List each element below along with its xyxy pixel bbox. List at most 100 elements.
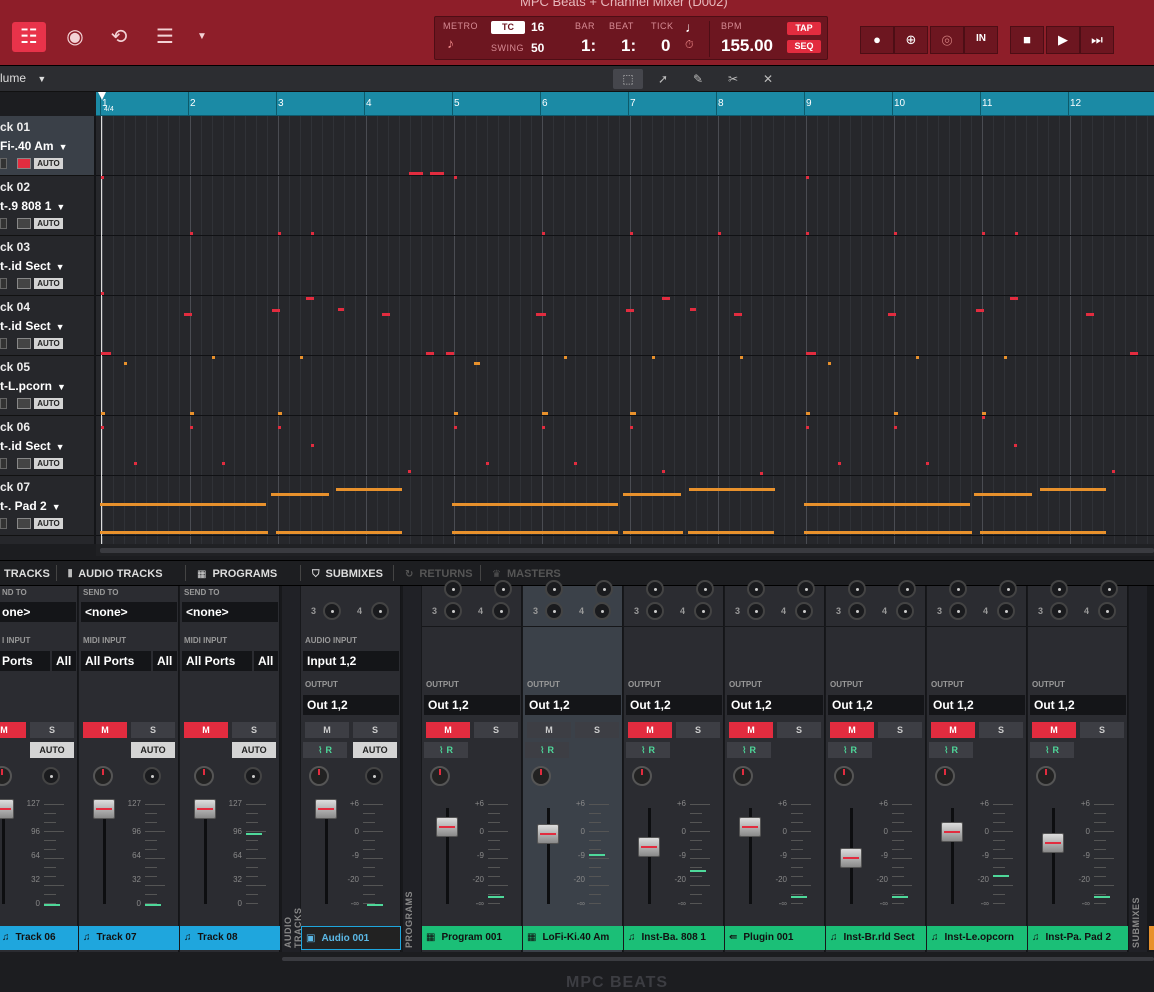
- midi-note[interactable]: [408, 470, 411, 473]
- chevron-down-icon[interactable]: ▼: [192, 22, 212, 52]
- solo-button[interactable]: S: [575, 722, 619, 738]
- solo-button[interactable]: S: [777, 722, 821, 738]
- scrollbar-thumb[interactable]: [100, 548, 1154, 553]
- midi-note[interactable]: [740, 356, 743, 359]
- tap-button[interactable]: TAP: [787, 22, 821, 35]
- scissors-icon[interactable]: ✂: [718, 69, 748, 89]
- solo-button[interactable]: S: [353, 722, 397, 738]
- automation-button[interactable]: AUTO: [131, 742, 175, 758]
- track-record-arm-button[interactable]: [17, 458, 31, 469]
- midi-note[interactable]: [542, 232, 545, 235]
- track-header[interactable]: ck 01 Fi-.40 Am ▼ AUTO: [0, 116, 94, 176]
- midi-note[interactable]: [452, 531, 618, 534]
- auto-record-button[interactable]: ◎: [930, 26, 964, 54]
- program-name-label[interactable]: ▦ Program 001: [422, 926, 522, 950]
- send-2-knob[interactable]: [999, 580, 1017, 598]
- track-header[interactable]: ck 07 t-. Pad 2 ▼ AUTO: [0, 476, 94, 536]
- track-solo-button[interactable]: [0, 218, 7, 229]
- mute-button[interactable]: M: [426, 722, 470, 738]
- pan-knob[interactable]: [1036, 766, 1056, 786]
- midi-note[interactable]: [926, 462, 929, 465]
- send-3-knob[interactable]: [747, 602, 765, 620]
- track-solo-button[interactable]: [0, 518, 7, 529]
- midi-note[interactable]: [1086, 313, 1094, 316]
- midi-note[interactable]: [1130, 352, 1138, 355]
- mixer-tab-programs[interactable]: ▦ PROGRAMS: [197, 565, 301, 581]
- midi-note[interactable]: [982, 416, 985, 419]
- midi-note[interactable]: [101, 176, 104, 179]
- pan-knob[interactable]: [93, 766, 113, 786]
- midi-note[interactable]: [101, 292, 104, 295]
- midi-note[interactable]: [454, 176, 457, 179]
- pan-knob[interactable]: [430, 766, 450, 786]
- track-program-dropdown[interactable]: t-.id Sect ▼: [0, 319, 65, 333]
- midi-note[interactable]: [1015, 232, 1018, 235]
- send-4-knob[interactable]: [492, 602, 510, 620]
- read-automation-button[interactable]: ⌇ R: [828, 742, 872, 758]
- record-disk-icon[interactable]: ◉: [58, 22, 92, 52]
- send-1-knob[interactable]: [646, 580, 664, 598]
- midi-note[interactable]: [311, 444, 314, 447]
- play-button[interactable]: ▶: [1046, 26, 1080, 54]
- program-name-label[interactable]: ♫ Inst-Br.rld Sect: [826, 926, 926, 950]
- track-record-arm-button[interactable]: [17, 158, 31, 169]
- pan-knob[interactable]: [531, 766, 551, 786]
- tick-value[interactable]: 0: [661, 36, 670, 56]
- midi-note[interactable]: [734, 313, 742, 316]
- midi-note[interactable]: [1014, 444, 1017, 447]
- track-auto-button[interactable]: AUTO: [34, 398, 63, 409]
- volume-fader[interactable]: [436, 817, 458, 838]
- mixer-tab-audio-tracks[interactable]: ⫴ AUDIO TRACKS: [68, 565, 186, 581]
- mixer-tab-returns[interactable]: ↻ RETURNS: [405, 565, 481, 581]
- output-dropdown[interactable]: Out 1,2: [303, 695, 399, 715]
- send-1-knob[interactable]: [949, 580, 967, 598]
- midi-note[interactable]: [689, 488, 775, 491]
- track-header[interactable]: ck 03 t-.id Sect ▼ AUTO: [0, 236, 94, 296]
- midi-note[interactable]: [623, 531, 683, 534]
- solo-button[interactable]: S: [232, 722, 276, 738]
- send-2-knob[interactable]: [898, 580, 916, 598]
- sequence-icon[interactable]: ☰: [148, 22, 182, 52]
- midi-input-dropdown[interactable]: All Ports: [182, 651, 252, 671]
- swing-value[interactable]: 50: [531, 41, 544, 55]
- output-dropdown[interactable]: Out 1,2: [727, 695, 823, 715]
- tc-button[interactable]: TC: [491, 21, 525, 34]
- solo-button[interactable]: S: [474, 722, 518, 738]
- track-record-arm-button[interactable]: [17, 398, 31, 409]
- audio-input-dropdown[interactable]: Input 1,2: [303, 651, 399, 671]
- track-program-dropdown[interactable]: t-.id Sect ▼: [0, 439, 65, 453]
- midi-note[interactable]: [630, 426, 633, 429]
- track-header[interactable]: ck 06 t-.id Sect ▼ AUTO: [0, 416, 94, 476]
- midi-note[interactable]: [916, 356, 919, 359]
- read-automation-button[interactable]: ⌇ R: [303, 742, 347, 758]
- overdub-button[interactable]: ⊕: [894, 26, 928, 54]
- volume-fader[interactable]: [0, 799, 14, 820]
- midi-channel-dropdown[interactable]: All: [254, 651, 278, 671]
- note-value-icon[interactable]: ♩: [685, 19, 699, 35]
- pencil-icon[interactable]: ✎: [683, 69, 713, 89]
- midi-note[interactable]: [276, 531, 402, 534]
- playhead[interactable]: [98, 92, 106, 100]
- send-3-knob[interactable]: [949, 602, 967, 620]
- send-1-knob[interactable]: [747, 580, 765, 598]
- midi-note[interactable]: [190, 426, 193, 429]
- send-2-knob[interactable]: [797, 580, 815, 598]
- solo-button[interactable]: S: [979, 722, 1023, 738]
- midi-note[interactable]: [124, 362, 127, 365]
- send-4-knob[interactable]: [694, 602, 712, 620]
- midi-channel-dropdown[interactable]: All: [52, 651, 76, 671]
- track-name-label[interactable]: ♫ Track 08: [180, 926, 280, 950]
- send-3-knob[interactable]: [444, 602, 462, 620]
- midi-note[interactable]: [278, 232, 281, 235]
- track-program-dropdown[interactable]: Fi-.40 Am ▼: [0, 139, 68, 153]
- pan-knob[interactable]: [194, 766, 214, 786]
- solo-button[interactable]: S: [131, 722, 175, 738]
- beat-value[interactable]: 1:: [621, 36, 636, 56]
- mute-button[interactable]: M: [305, 722, 349, 738]
- mute-button[interactable]: M: [628, 722, 672, 738]
- mixer-tab-masters[interactable]: ♛ MASTERS: [492, 568, 561, 580]
- midi-note[interactable]: [760, 472, 763, 475]
- marquee-select-icon[interactable]: ⬚: [613, 69, 643, 89]
- track-solo-button[interactable]: [0, 338, 7, 349]
- track-program-dropdown[interactable]: t-L.pcorn ▼: [0, 379, 66, 393]
